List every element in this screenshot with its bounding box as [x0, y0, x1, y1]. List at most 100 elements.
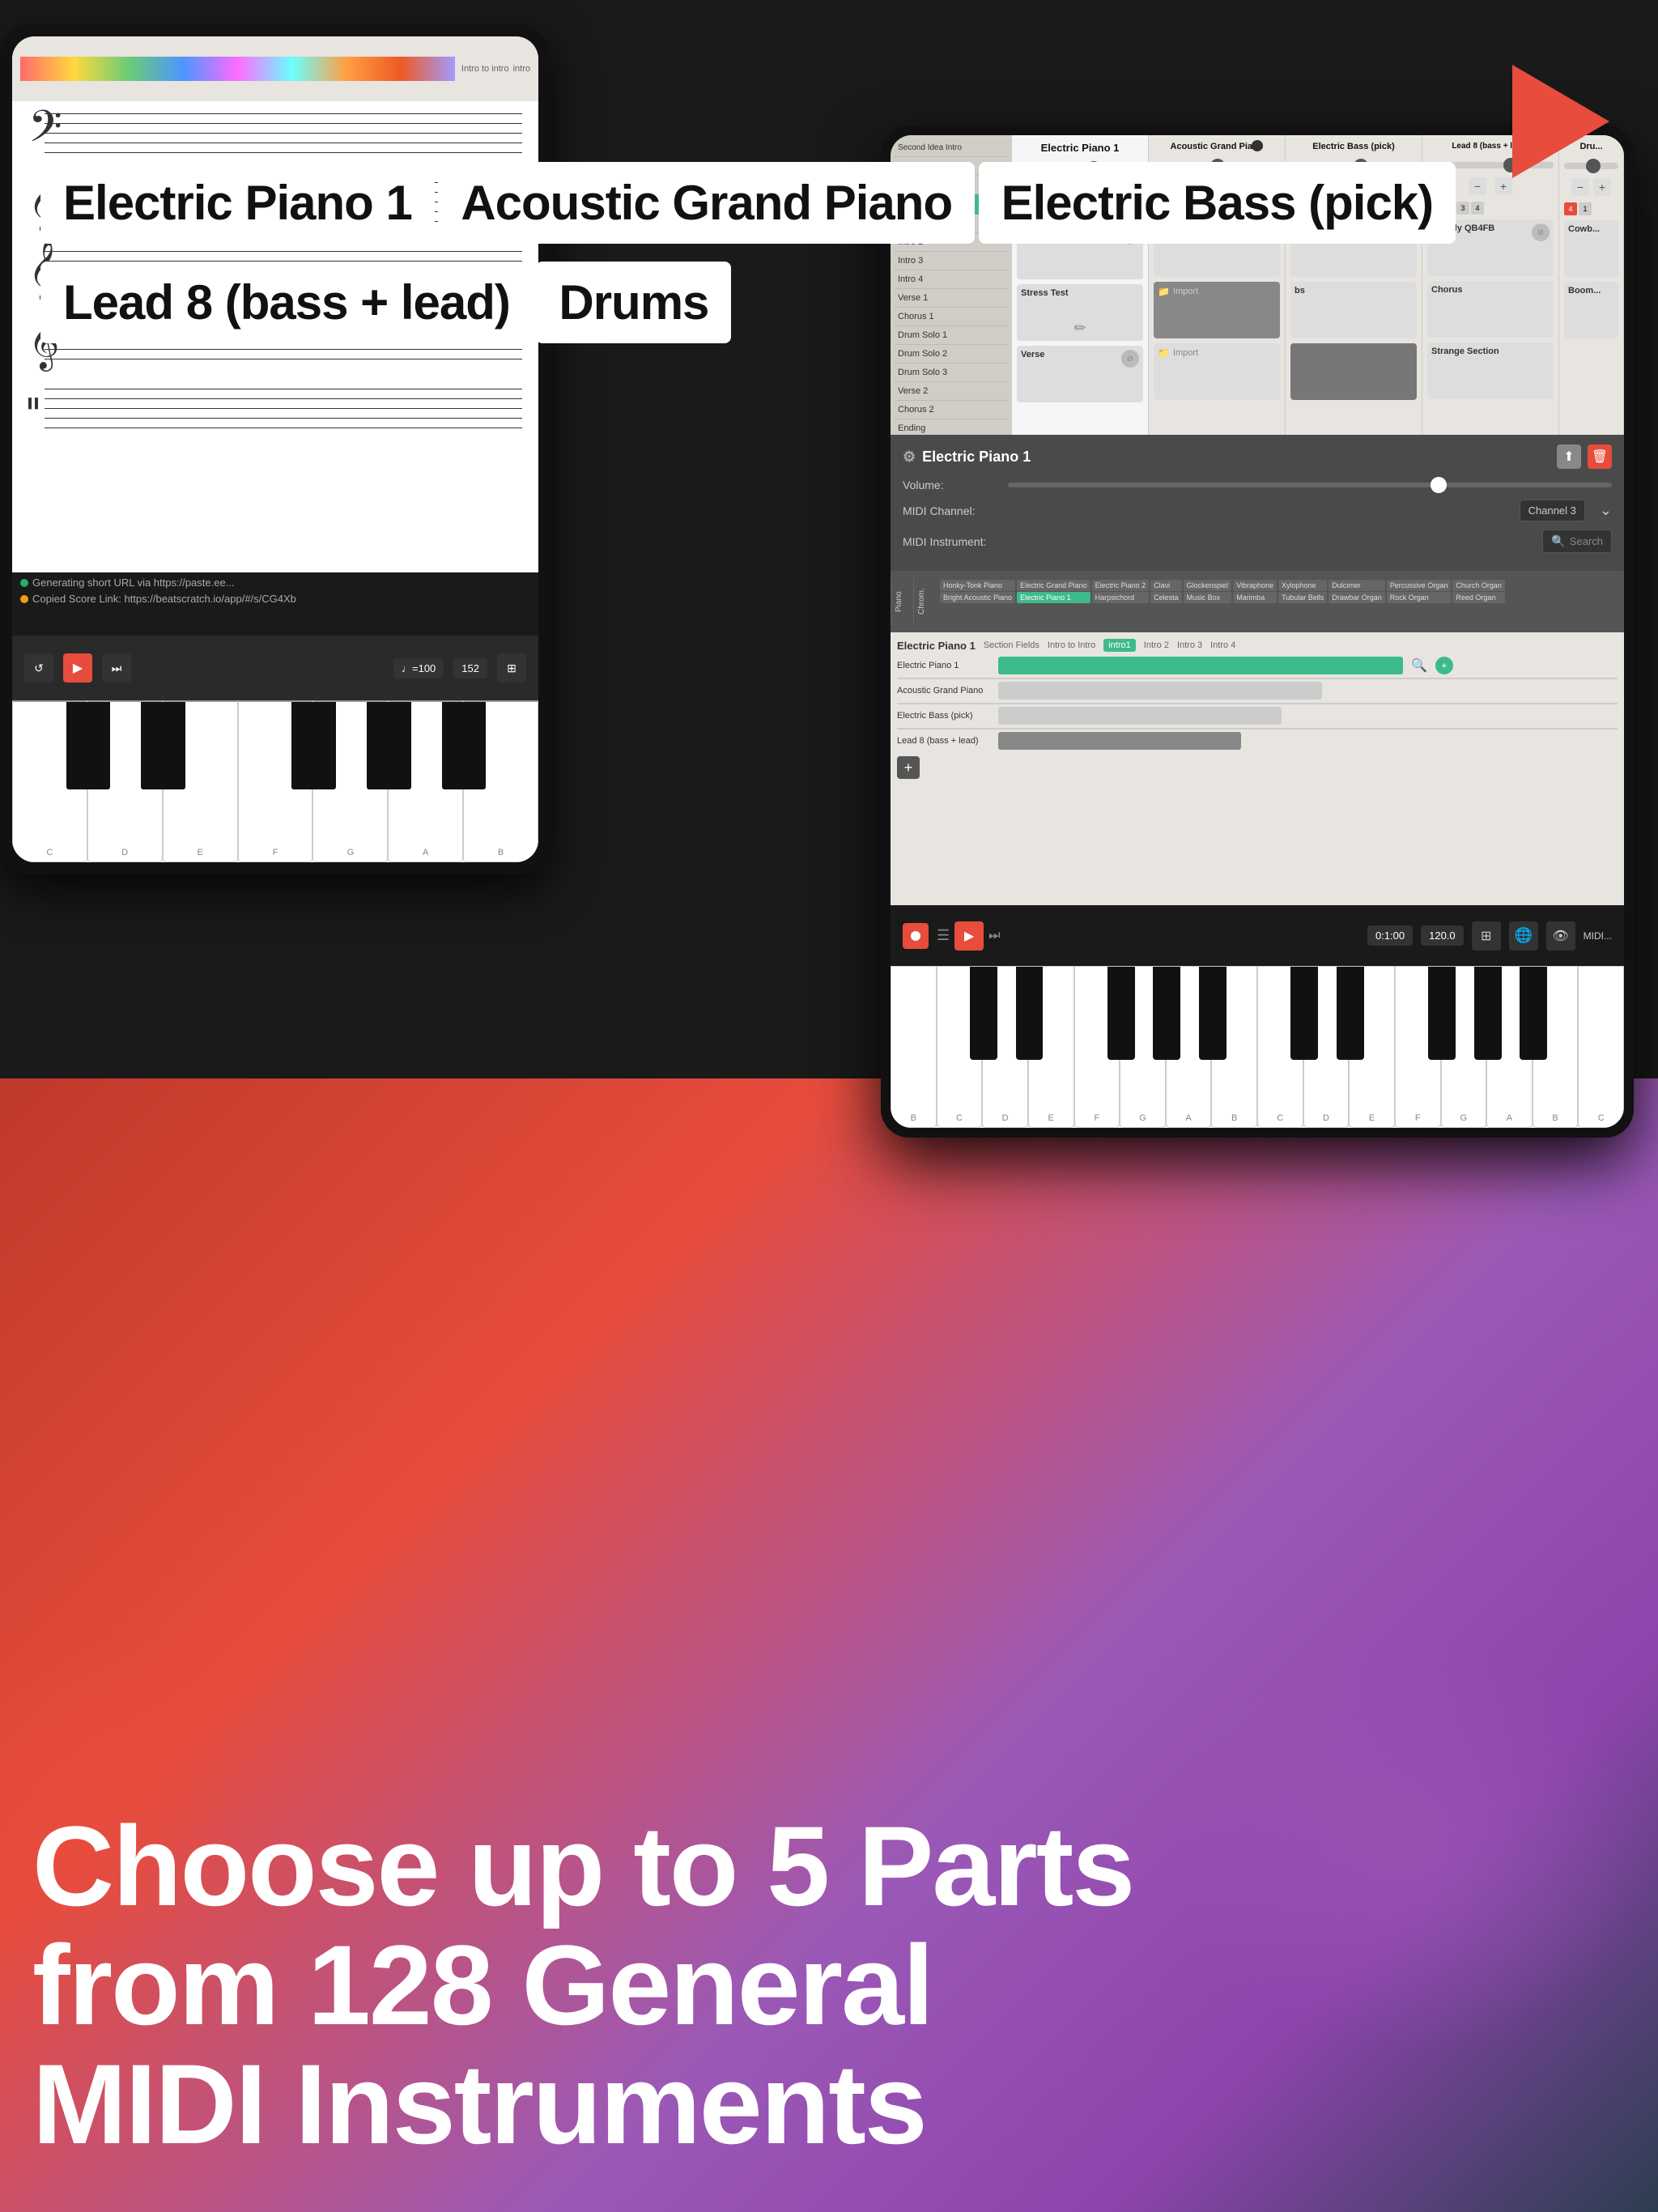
- midi-inst-glockenspiel[interactable]: Glockenspiel: [1184, 580, 1232, 591]
- sidebar-row-verse2[interactable]: Verse 2: [895, 382, 1008, 401]
- track-separator-3: [897, 728, 1618, 730]
- rp-key-b2[interactable]: B: [1211, 966, 1257, 1128]
- midi-inst-music-box[interactable]: Music Box: [1184, 592, 1232, 603]
- staff-line: [45, 133, 522, 134]
- midi-inst-tubular-bells[interactable]: Tubular Bells: [1278, 592, 1327, 603]
- right-tempo-display: 120.0: [1421, 925, 1464, 946]
- staff-group-1: 𝄢: [28, 109, 522, 158]
- left-transport-bar: ↺ ▶ ⏭ ♩=100 152 ⊞: [12, 636, 538, 700]
- midi-inst-celesta[interactable]: Celesta: [1150, 592, 1182, 603]
- rp-black-fs[interactable]: [1107, 967, 1135, 1060]
- settings-volume-row: Volume:: [903, 479, 1612, 491]
- right-piano-keyboard[interactable]: B C D E F G: [891, 966, 1624, 1128]
- rp-key-e[interactable]: E: [1028, 966, 1074, 1128]
- instrument-label-acoustic-grand: Acoustic Grand Piano: [438, 162, 975, 244]
- midi-instrument-search[interactable]: 🔍 Search: [1542, 530, 1612, 553]
- rp-black-as[interactable]: [1199, 967, 1226, 1060]
- piano-black-key-gs[interactable]: [367, 702, 411, 789]
- rp-key-b[interactable]: B: [891, 966, 937, 1128]
- intro-badge[interactable]: intro1: [1103, 639, 1136, 652]
- rp-black-fs2[interactable]: [1428, 967, 1456, 1060]
- right-skip-icon[interactable]: ⏭: [988, 929, 1000, 943]
- settings-delete-btn[interactable]: 🗑: [1588, 445, 1612, 469]
- rp-black-cs2[interactable]: [1290, 967, 1318, 1060]
- rp-black-gs2[interactable]: [1474, 967, 1502, 1060]
- midi-cat-piano[interactable]: Piano: [891, 577, 913, 626]
- rp-black-as2[interactable]: [1520, 967, 1547, 1060]
- staff-line: [45, 408, 522, 409]
- midi-inst-dulcimer[interactable]: Dulcimer: [1329, 580, 1385, 591]
- midi-inst-drawbar[interactable]: Drawbar Organ: [1329, 592, 1385, 603]
- volume-slider-thumb[interactable]: [1431, 477, 1447, 493]
- piano-key-b[interactable]: B: [463, 700, 538, 862]
- midi-inst-electric-piano-2[interactable]: Electric Piano 2: [1092, 580, 1150, 591]
- rp-black-ds2[interactable]: [1337, 967, 1364, 1060]
- piano-black-key-ds[interactable]: [141, 702, 185, 789]
- midi-inst-reed-organ[interactable]: Reed Organ: [1452, 592, 1505, 603]
- midi-cat-chrom[interactable]: Chrom.: [913, 577, 936, 626]
- midi-channel-dropdown[interactable]: Channel 3: [1520, 500, 1585, 521]
- right-globe-btn[interactable]: 🌐: [1509, 921, 1538, 951]
- midi-inst-honky-tonk[interactable]: Honky-Tonk Piano: [940, 580, 1015, 591]
- midi-inst-vibraphone[interactable]: Vibraphone: [1233, 580, 1277, 591]
- midi-inst-church-organ[interactable]: Church Organ: [1452, 580, 1505, 591]
- midi-browser[interactable]: Piano Chrom. Honky-Tonk Piano Bright Aco…: [891, 571, 1624, 632]
- staff-group-5: 𝄥: [28, 385, 522, 433]
- midi-inst-bright[interactable]: Bright Acoustic Piano: [940, 592, 1015, 603]
- track-bar-ep1[interactable]: [998, 657, 1403, 674]
- midi-inst-electric-piano-1[interactable]: Electric Piano 1: [1017, 592, 1090, 603]
- right-grid-btn[interactable]: ⊞: [1472, 921, 1501, 951]
- channel-chevron-down-icon[interactable]: ⌄: [1600, 502, 1612, 519]
- rp-key-b3[interactable]: B: [1533, 966, 1579, 1128]
- track-bar-lead8[interactable]: [998, 732, 1241, 750]
- intro2-label[interactable]: Intro 2: [1144, 640, 1169, 650]
- rp-key-c3[interactable]: C: [1578, 966, 1624, 1128]
- midi-inst-marimba[interactable]: Marimba: [1233, 592, 1277, 603]
- piano-key-e[interactable]: E: [163, 700, 238, 862]
- right-eye-btn[interactable]: 👁: [1546, 921, 1575, 951]
- status-dot-yellow: [20, 595, 28, 603]
- left-transport-play-btn[interactable]: ▶: [63, 653, 92, 683]
- track-label-lead8: Lead 8 (bass + lead): [897, 736, 994, 746]
- bottom-text-section: Choose up to 5 Parts from 128 General MI…: [32, 1806, 1626, 2163]
- rp-black-ds[interactable]: [1016, 967, 1044, 1060]
- hamburger-icon[interactable]: ☰: [937, 927, 950, 944]
- rp-key-e2[interactable]: E: [1349, 966, 1395, 1128]
- left-transport-skip-btn[interactable]: ⏭: [102, 653, 131, 683]
- intro4-label[interactable]: Intro 4: [1210, 640, 1235, 650]
- midi-inst-perc-organ[interactable]: Percussive Organ: [1387, 580, 1452, 591]
- intro-label-2: intro: [513, 64, 530, 74]
- sidebar-row-chorus2[interactable]: Chorus 2: [895, 401, 1008, 419]
- staff-lines-1: 𝄢: [28, 109, 522, 158]
- left-transport-loop-btn[interactable]: ↺: [24, 653, 53, 683]
- track-add-btn[interactable]: +: [1435, 657, 1453, 674]
- piano-black-key-as[interactable]: [442, 702, 487, 789]
- midi-inst-xylophone[interactable]: Xylophone: [1278, 580, 1327, 591]
- intro3-label[interactable]: Intro 3: [1177, 640, 1202, 650]
- midi-inst-col-8: Dulcimer Drawbar Organ: [1329, 580, 1385, 623]
- sidebar-row-drum-solo3[interactable]: Drum Solo 3: [895, 364, 1008, 382]
- track-zoom-icon[interactable]: 🔍: [1411, 657, 1427, 674]
- rp-black-cs[interactable]: [970, 967, 997, 1060]
- settings-export-btn[interactable]: ⬆: [1557, 445, 1581, 469]
- track-bar-ag[interactable]: [998, 682, 1322, 700]
- add-track-btn[interactable]: +: [897, 756, 920, 779]
- midi-inst-electric-grand[interactable]: Electric Grand Piano: [1017, 580, 1090, 591]
- piano-black-key-fs[interactable]: [291, 702, 336, 789]
- right-play-btn[interactable]: ▶: [954, 921, 984, 951]
- midi-inst-clavi[interactable]: Clavi: [1150, 580, 1182, 591]
- left-grid-btn[interactable]: ⊞: [497, 653, 526, 683]
- volume-slider[interactable]: [1008, 483, 1612, 487]
- instrument-label-electric-bass: Electric Bass (pick): [979, 162, 1456, 244]
- right-position-display: 0:1:00: [1367, 925, 1413, 946]
- search-placeholder-text: Search: [1570, 535, 1603, 547]
- piano-black-key-cs[interactable]: [66, 702, 111, 789]
- midi-inst-col-9: Percussive Organ Rock Organ: [1387, 580, 1452, 623]
- rp-black-gs[interactable]: [1153, 967, 1180, 1060]
- midi-inst-harpsichord[interactable]: Harpsichord: [1092, 592, 1150, 603]
- sidebar-row-second-idea-intro[interactable]: Second Idea Intro: [895, 139, 1008, 157]
- midi-inst-rock-organ[interactable]: Rock Organ: [1387, 592, 1452, 603]
- instrument-label-lead8: Lead 8 (bass + lead): [40, 262, 533, 343]
- left-piano-keyboard[interactable]: C D E F G A: [12, 700, 538, 862]
- track-bar-eb[interactable]: [998, 707, 1282, 725]
